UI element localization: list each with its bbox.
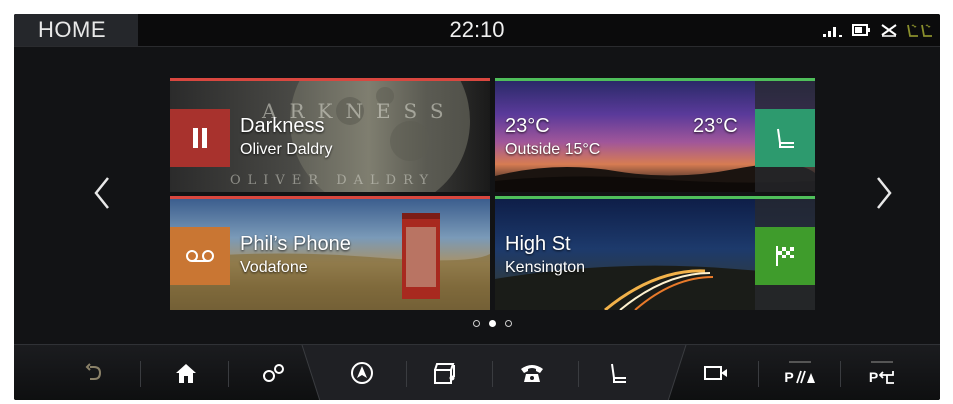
seat-icon [611, 363, 626, 383]
passenger-temperature: 23°C [693, 115, 738, 137]
navigation-icon [351, 362, 373, 384]
back-icon [85, 363, 102, 380]
dock-separator [578, 361, 579, 387]
seat-icon [777, 128, 794, 148]
checkered-flag-icon [776, 246, 794, 266]
navigation-button[interactable] [342, 345, 382, 400]
indicator-bar [789, 361, 811, 363]
fan-icon [881, 24, 897, 37]
clock: 22:10 [449, 17, 505, 42]
park-assist-button[interactable]: P [860, 345, 904, 400]
camera-icon [704, 366, 727, 380]
chevron-right-icon [877, 177, 892, 209]
pause-button[interactable] [170, 109, 230, 167]
parking-sensor-button[interactable]: P [778, 345, 822, 400]
dock-separator [406, 361, 407, 387]
page-dot-3[interactable] [505, 320, 512, 327]
home-icon [176, 364, 196, 383]
phone-name: Phil’s Phone [240, 233, 351, 255]
indicator-bar [871, 361, 893, 363]
battery-icon [852, 24, 870, 36]
park-assist-icon [879, 371, 895, 384]
media-icon [434, 363, 455, 384]
dock-separator [492, 361, 493, 387]
dock-separator [228, 361, 229, 387]
voicemail-icon [186, 250, 214, 262]
settings-button[interactable] [254, 345, 294, 400]
destination-area: Kensington [505, 259, 586, 276]
seat-button[interactable] [598, 345, 638, 400]
phone-carrier: Vodafone [240, 259, 308, 276]
signal-icon [823, 27, 842, 37]
seat-climate-button[interactable] [755, 109, 815, 167]
phone-button[interactable] [512, 345, 552, 400]
previous-page-arrow[interactable] [84, 172, 120, 214]
dock-separator [140, 361, 141, 387]
settings-icon [263, 364, 284, 382]
outside-temperature: Outside 15°C [505, 141, 601, 158]
track-artist: Oliver Daldry [240, 141, 333, 158]
back-button[interactable] [74, 345, 114, 400]
parking-label: P [784, 369, 794, 385]
camera-button[interactable] [696, 345, 736, 400]
pause-icon [193, 128, 207, 148]
phone-tile[interactable]: Phil’s Phone Vodafone [170, 196, 490, 310]
destination-button[interactable] [755, 227, 815, 285]
phone-icon [521, 365, 543, 382]
voicemail-button[interactable] [170, 227, 230, 285]
next-page-arrow[interactable] [866, 172, 902, 214]
infotainment-screen: HOME 22:10 ARKNESS OLIVER DALDRY Darknes… [14, 14, 940, 400]
dock-separator [840, 361, 841, 387]
track-title: Darkness [240, 115, 325, 137]
park-assist-label: P [868, 369, 879, 385]
climate-tile[interactable]: 23°C 23°C Outside 15°C [495, 78, 815, 192]
page-dot-1[interactable] [473, 320, 480, 327]
navigation-tile[interactable]: High St Kensington [495, 196, 815, 310]
media-tile[interactable]: ARKNESS OLIVER DALDRY Darkness Oliver Da… [170, 78, 490, 192]
seat-heat-icon [907, 24, 932, 37]
album-artist-artwork: OLIVER DALDRY [230, 173, 436, 188]
driver-temperature: 23°C [505, 115, 550, 137]
destination-street: High St [505, 233, 571, 255]
status-bar: HOME 22:10 [14, 14, 940, 47]
dock-separator [758, 361, 759, 387]
parking-sensor-icon [795, 370, 815, 384]
bottom-dock: P P [14, 344, 940, 400]
page-dot-2-active[interactable] [489, 320, 496, 327]
media-button[interactable] [426, 345, 466, 400]
chevron-left-icon [94, 177, 109, 209]
home-button[interactable] [166, 345, 206, 400]
home-tab[interactable]: HOME [14, 14, 138, 46]
